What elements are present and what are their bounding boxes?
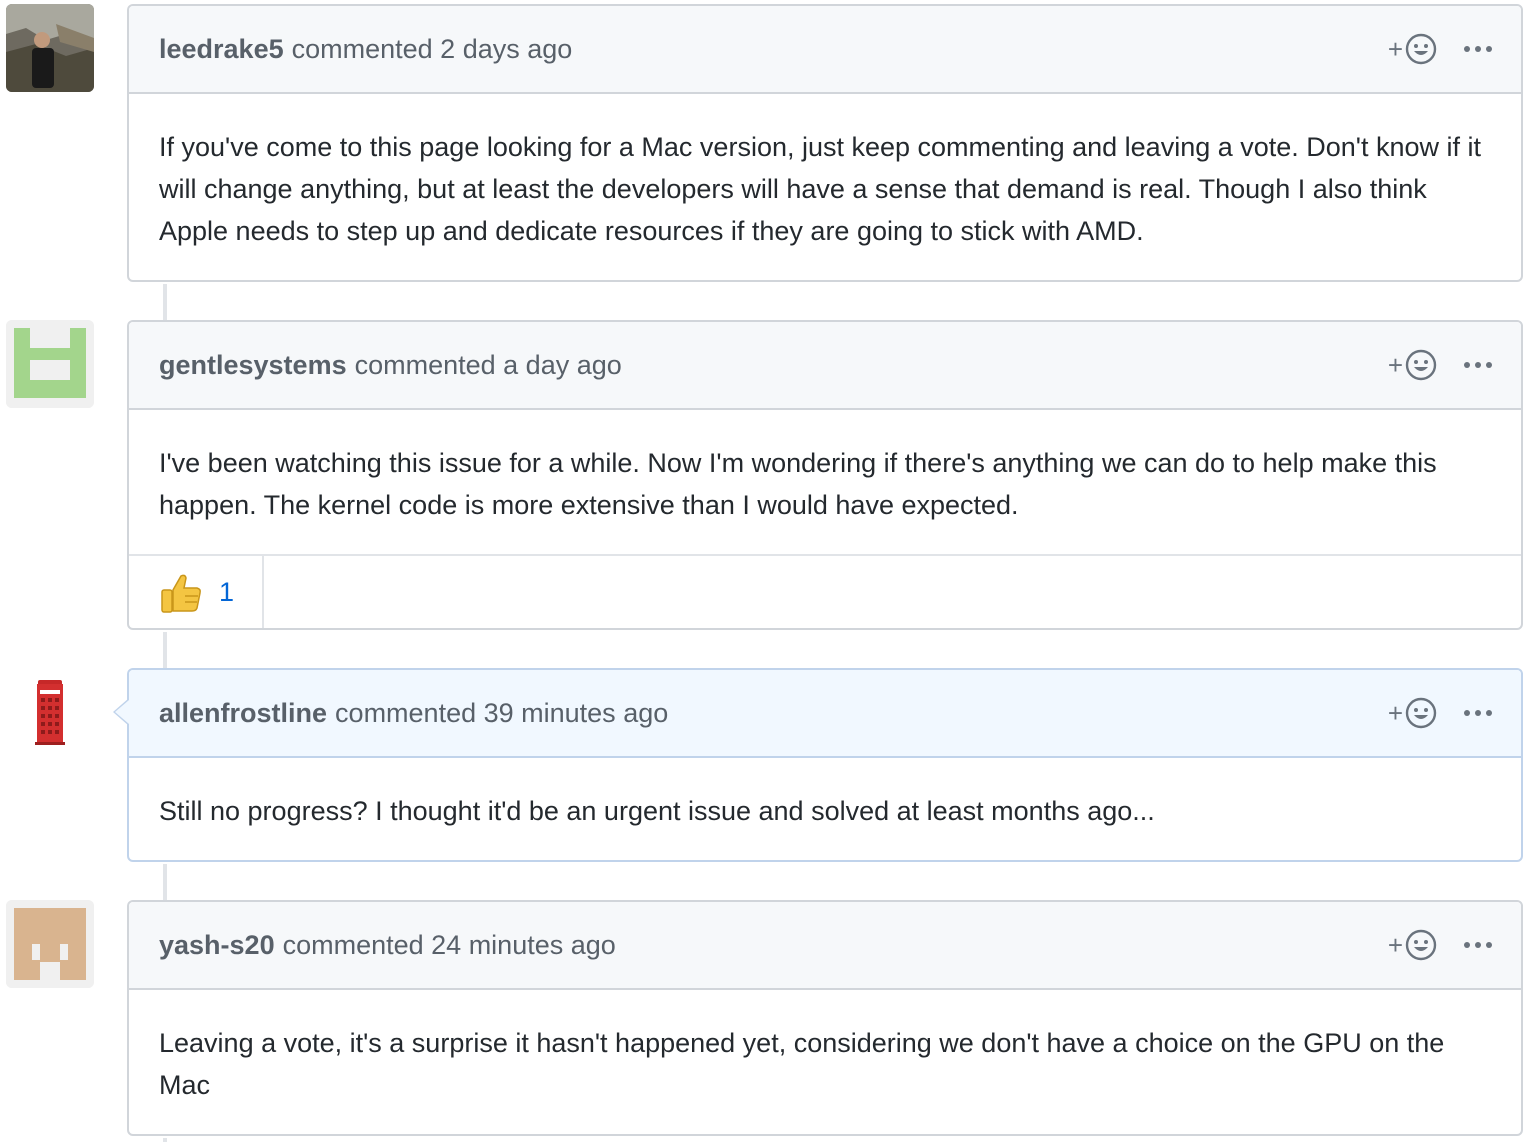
reaction-count: 1 — [219, 576, 235, 607]
timeline-connector — [163, 284, 167, 320]
identicon-icon — [6, 320, 94, 408]
avatar[interactable] — [6, 668, 94, 756]
comment-card: yash-s20 commented 24 minutes ago + Leavi… — [127, 900, 1523, 1136]
comment-header: gentlesystems commented a day ago + — [129, 322, 1521, 410]
comment-body: Leaving a vote, it's a surprise it hasn'… — [159, 1028, 1445, 1100]
avatar-photo-icon — [6, 4, 94, 92]
reaction-thumbs-up-button[interactable]: 1 — [129, 556, 265, 628]
kebab-horizontal-icon — [1464, 46, 1492, 52]
add-reaction-button[interactable]: + — [1388, 33, 1437, 65]
comment-body: If you've come to this page looking for … — [159, 132, 1481, 246]
add-reaction-button[interactable]: + — [1388, 349, 1437, 381]
plus-icon: + — [1387, 698, 1403, 728]
plus-icon: + — [1387, 34, 1403, 64]
plus-icon: + — [1387, 930, 1403, 960]
smiley-icon — [1405, 697, 1437, 729]
avatar[interactable] — [6, 320, 94, 408]
comment-meta: gentlesystems commented a day ago — [159, 350, 1388, 381]
kebab-horizontal-icon — [1464, 362, 1492, 368]
comment-card-highlighted: allenfrostline commented 39 minutes ago +… — [113, 668, 1523, 862]
kebab-horizontal-icon — [1464, 710, 1492, 716]
smiley-icon — [1405, 349, 1437, 381]
timeline-connector — [163, 864, 167, 900]
more-options-button[interactable] — [1463, 698, 1493, 728]
timeline-connector — [163, 1138, 167, 1142]
comment-header: allenfrostline commented 39 minutes ago + — [129, 670, 1521, 758]
comment-card: leedrake5 commented 2 days ago + If you'v… — [127, 4, 1523, 282]
author-link[interactable]: allenfrostline — [159, 698, 327, 728]
smiley-icon — [1405, 33, 1437, 65]
comment-meta: yash-s20 commented 24 minutes ago — [159, 930, 1388, 961]
reactions-bar: 1 — [129, 554, 1521, 628]
smiley-icon — [1405, 929, 1437, 961]
timestamp-link[interactable]: commented 2 days ago — [292, 34, 573, 64]
comment-header: yash-s20 commented 24 minutes ago + — [129, 902, 1521, 990]
comment-meta: allenfrostline commented 39 minutes ago — [159, 698, 1388, 729]
phone-booth-icon — [6, 668, 94, 756]
timeline-connector — [163, 632, 167, 668]
author-link[interactable]: yash-s20 — [159, 930, 275, 960]
comment-header: leedrake5 commented 2 days ago + — [129, 6, 1521, 94]
avatar[interactable] — [6, 4, 94, 92]
comment-body: Still no progress? I thought it'd be an … — [159, 796, 1155, 826]
timestamp-link[interactable]: commented 39 minutes ago — [335, 698, 668, 728]
more-options-button[interactable] — [1463, 34, 1493, 64]
more-options-button[interactable] — [1463, 930, 1493, 960]
comment-card: gentlesystems commented a day ago + I've … — [127, 320, 1523, 630]
author-link[interactable]: leedrake5 — [159, 34, 284, 64]
add-reaction-button[interactable]: + — [1388, 697, 1437, 729]
timestamp-link[interactable]: commented a day ago — [355, 350, 622, 380]
add-reaction-button[interactable]: + — [1388, 929, 1437, 961]
author-link[interactable]: gentlesystems — [159, 350, 347, 380]
comment-meta: leedrake5 commented 2 days ago — [159, 34, 1388, 65]
thumbs-up-icon — [161, 574, 201, 613]
kebab-horizontal-icon — [1464, 942, 1492, 948]
plus-icon: + — [1387, 350, 1403, 380]
identicon-icon — [6, 900, 94, 988]
more-options-button[interactable] — [1463, 350, 1493, 380]
comment-body: I've been watching this issue for a whil… — [159, 448, 1437, 520]
timestamp-link[interactable]: commented 24 minutes ago — [283, 930, 616, 960]
avatar[interactable] — [6, 900, 94, 988]
comment-pointer — [113, 698, 129, 726]
